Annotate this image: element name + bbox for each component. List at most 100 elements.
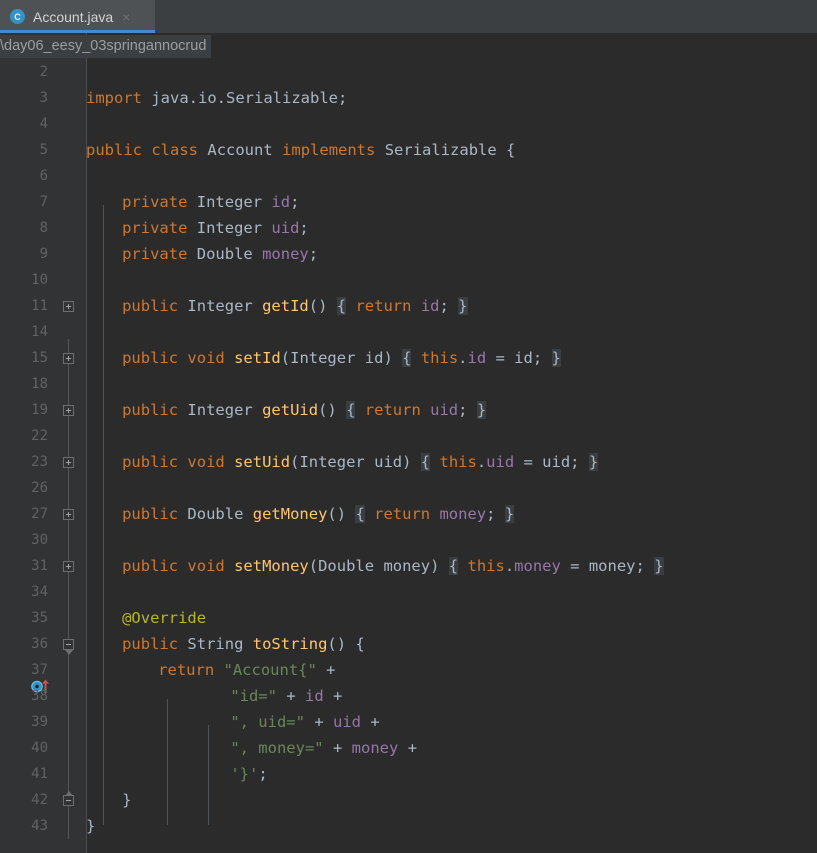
code-line: 8 private Integer uid; xyxy=(0,215,817,241)
line-number: 4 xyxy=(39,116,48,132)
line-number: 39 xyxy=(31,714,48,730)
code-token: + xyxy=(332,739,343,757)
code-line: 6 xyxy=(0,163,817,189)
code-line: 18 xyxy=(0,371,817,397)
code-token: money xyxy=(514,557,561,575)
code-token: id xyxy=(514,349,533,367)
code-token: uid xyxy=(374,453,403,471)
fold-expand-icon[interactable] xyxy=(63,301,74,312)
code-token: import xyxy=(86,89,142,107)
code-token: () xyxy=(327,505,347,523)
code-token: Integer xyxy=(196,219,263,237)
line-number: 35 xyxy=(31,610,48,626)
fold-collapse-icon[interactable] xyxy=(63,639,74,655)
code-text: private Double money; xyxy=(122,241,318,267)
code-token: money xyxy=(383,557,431,575)
fold-expand-icon[interactable] xyxy=(63,561,74,572)
code-line: 14 xyxy=(0,319,817,345)
code-token: ", uid=" xyxy=(230,713,305,731)
code-line: 31 public void setMoney(Double money) { t… xyxy=(0,553,817,579)
code-token: money xyxy=(588,557,636,575)
code-token: return xyxy=(374,505,431,523)
line-number: 18 xyxy=(31,376,48,392)
code-token: public xyxy=(122,297,179,315)
close-icon[interactable]: × xyxy=(122,10,130,24)
code-token: void xyxy=(187,453,225,471)
code-token: ; xyxy=(308,245,319,263)
code-token: } xyxy=(551,349,561,367)
code-token: { xyxy=(355,505,365,523)
code-token: ; xyxy=(439,297,449,315)
line-number: 19 xyxy=(31,402,48,418)
code-token: return xyxy=(364,401,421,419)
code-line: 23 public void setUid(Integer uid) { this… xyxy=(0,449,817,475)
code-line: 38 "id=" + id + xyxy=(0,683,817,709)
line-number: 37 xyxy=(31,662,48,678)
code-token: Double xyxy=(318,557,375,575)
code-token: "Account{" xyxy=(223,661,317,679)
line-number: 31 xyxy=(31,558,48,574)
code-text: } xyxy=(86,813,95,839)
code-token: public xyxy=(86,141,142,159)
code-token: money xyxy=(439,505,487,523)
code-line: 9 private Double money; xyxy=(0,241,817,267)
code-text: public Integer getId() { return id; } xyxy=(122,293,468,319)
code-line: 10 xyxy=(0,267,817,293)
code-token: = xyxy=(514,453,543,471)
code-text: @Override xyxy=(122,605,206,631)
code-token: uid xyxy=(333,713,361,731)
fold-collapse-end-icon[interactable] xyxy=(63,791,74,806)
code-token: money xyxy=(351,739,399,757)
code-token: public xyxy=(122,505,179,523)
code-token: + xyxy=(333,687,343,705)
tab-account-java[interactable]: C Account.java × xyxy=(0,0,155,33)
line-number: 27 xyxy=(31,506,48,522)
line-number: 41 xyxy=(31,766,48,782)
code-token: private xyxy=(122,219,188,237)
fold-expand-icon[interactable] xyxy=(63,405,74,416)
code-token: id xyxy=(271,193,291,211)
code-token: { xyxy=(496,141,516,159)
fold-expand-icon[interactable] xyxy=(63,353,74,364)
code-line: 37 return "Account{" + xyxy=(0,657,817,683)
code-token: public xyxy=(122,453,179,471)
fold-expand-icon[interactable] xyxy=(63,509,74,520)
indent-guide xyxy=(103,205,104,825)
code-line: 41 '}'; xyxy=(0,761,817,787)
code-token: @Override xyxy=(122,609,207,627)
code-token: { xyxy=(420,453,431,471)
line-number: 40 xyxy=(31,740,48,756)
editor-tab-bar: C Account.java × xyxy=(0,0,817,33)
code-line: 42} xyxy=(0,787,817,813)
code-line: 19 public Integer getUid() { return uid; … xyxy=(0,397,817,423)
indent-guide xyxy=(167,699,168,825)
code-token: id xyxy=(467,349,487,367)
code-token: return xyxy=(355,297,412,315)
code-token: Integer xyxy=(290,349,356,367)
code-token: id xyxy=(420,297,440,315)
line-number: 5 xyxy=(39,142,48,158)
code-token: ; xyxy=(258,765,268,783)
fold-expand-icon[interactable] xyxy=(63,457,74,468)
code-text: } xyxy=(122,787,131,813)
code-token: setMoney xyxy=(234,557,309,575)
code-editor[interactable]: 2 3 import java.io.Serializable; 4 5 public c… xyxy=(0,33,817,853)
code-token: () xyxy=(308,297,328,315)
code-line: 15 public void setId(Integer id) { this.i… xyxy=(0,345,817,371)
code-token: Integer xyxy=(187,297,253,315)
line-number: 2 xyxy=(39,64,48,80)
